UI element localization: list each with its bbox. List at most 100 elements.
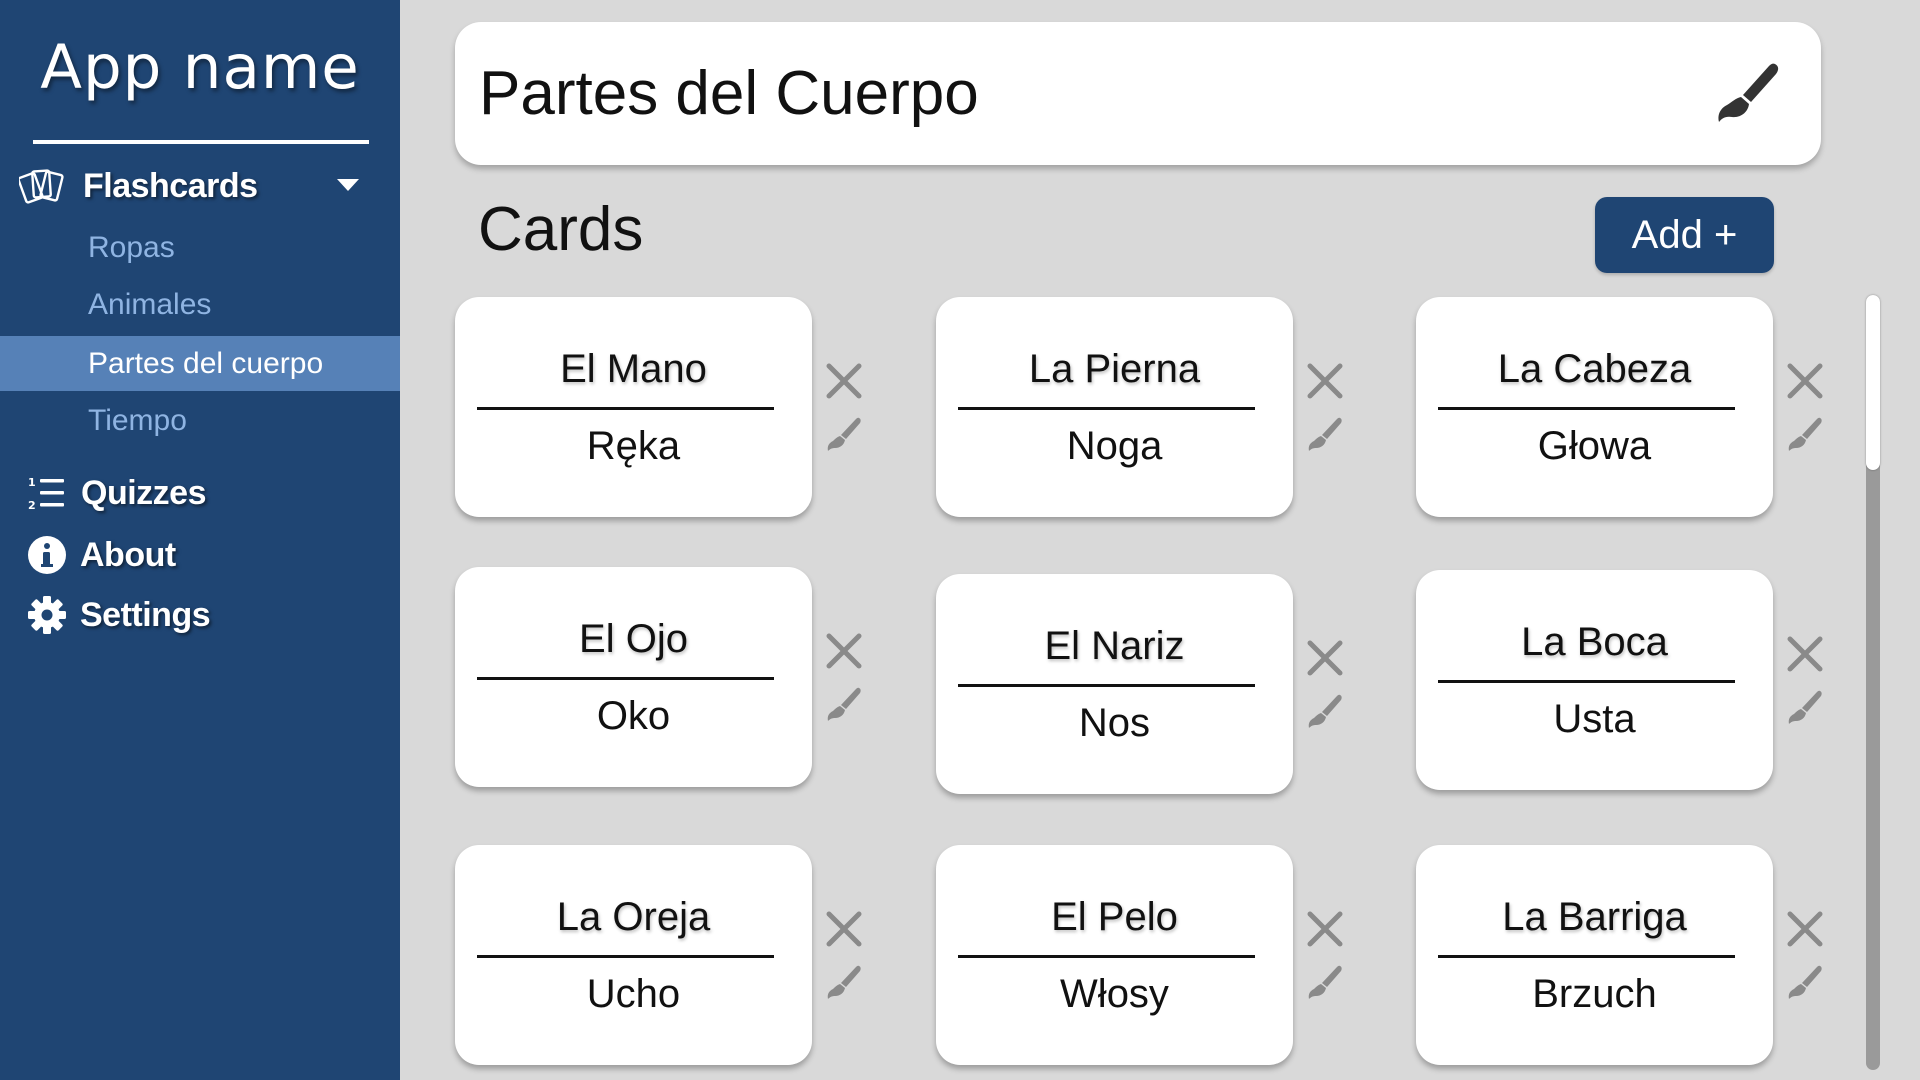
info-icon (24, 532, 70, 578)
app-root: App name Flashcards Ropas Animales Parte… (0, 0, 1920, 1080)
flashcard-front: La Cabeza (1497, 347, 1692, 391)
flashcard[interactable]: El Pelo Włosy (936, 845, 1293, 1065)
flashcard-divider (958, 407, 1255, 410)
flashcard[interactable]: La Pierna Noga (936, 297, 1293, 517)
sidebar: App name Flashcards Ropas Animales Parte… (0, 0, 400, 1080)
flashcard[interactable]: El Ojo Oko (455, 567, 812, 787)
flashcard[interactable]: La Cabeza Głowa (1416, 297, 1773, 517)
list-icon: 1 2 (24, 470, 70, 516)
close-icon (826, 363, 862, 399)
flashcard-back: Noga (1066, 424, 1163, 468)
flashcard-divider (477, 677, 774, 680)
nav-about[interactable]: About (0, 527, 400, 583)
delete-card-button[interactable] (822, 359, 866, 403)
close-icon (1787, 636, 1823, 672)
flashcard-front: La Boca (1521, 620, 1668, 664)
nav-flashcards-label: Flashcards (83, 166, 258, 205)
flashcard[interactable]: El Mano Ręka (455, 297, 812, 517)
nav-about-label: About (80, 535, 176, 574)
flashcard-back: Brzuch (1532, 972, 1657, 1016)
flashcard-divider (477, 955, 774, 958)
delete-card-button[interactable] (1783, 632, 1827, 676)
flashcard-front: La Barriga (1502, 895, 1687, 939)
flashcard-divider (1438, 407, 1735, 410)
paintbrush-icon (1788, 690, 1822, 724)
paintbrush-icon (827, 417, 861, 451)
paintbrush-icon (1308, 694, 1342, 728)
sidebar-item-ropas[interactable]: Ropas (0, 220, 400, 275)
edit-deck-button[interactable] (1713, 60, 1783, 130)
edit-card-button[interactable] (1783, 413, 1827, 457)
close-icon (826, 633, 862, 669)
edit-card-button[interactable] (822, 961, 866, 1005)
nav-flashcards[interactable]: Flashcards (0, 158, 400, 214)
sidebar-item-animales[interactable]: Animales (0, 277, 400, 332)
paintbrush-icon (1308, 965, 1342, 999)
cards-heading: Cards (478, 195, 644, 264)
flashcard[interactable]: La Boca Usta (1416, 570, 1773, 790)
flashcard-back: Nos (1078, 701, 1151, 745)
page-title: Partes del Cuerpo (479, 59, 979, 128)
edit-card-button[interactable] (1303, 961, 1347, 1005)
close-icon (1307, 911, 1343, 947)
app-name: App name (40, 32, 360, 103)
paintbrush-icon (1788, 417, 1822, 451)
sidebar-item-label: Animales (88, 287, 212, 321)
paintbrush-icon (827, 965, 861, 999)
delete-card-button[interactable] (1303, 359, 1347, 403)
sidebar-item-tiempo[interactable]: Tiempo (0, 393, 400, 448)
flashcard-front: La Pierna (1028, 347, 1201, 391)
close-icon (1787, 363, 1823, 399)
flashcard-back: Ręka (586, 424, 681, 468)
edit-card-button[interactable] (1783, 961, 1827, 1005)
paintbrush-icon (1788, 965, 1822, 999)
gear-icon (24, 592, 70, 638)
close-icon (1307, 640, 1343, 676)
edit-card-button[interactable] (1303, 413, 1347, 457)
app-name-divider (33, 140, 369, 144)
flashcard-divider (958, 955, 1255, 958)
paintbrush-icon (827, 687, 861, 721)
nav-settings-label: Settings (80, 595, 211, 634)
nav-quizzes-label: Quizzes (81, 473, 206, 512)
cards-icon (19, 163, 65, 209)
flashcard-back: Ucho (586, 972, 681, 1016)
nav-quizzes[interactable]: 1 2 Quizzes (0, 465, 400, 521)
edit-card-button[interactable] (1303, 690, 1347, 734)
flashcard[interactable]: La Oreja Ucho (455, 845, 812, 1065)
flashcard-front: La Oreja (556, 895, 711, 939)
flashcard-front: El Mano (560, 347, 707, 391)
flashcard-back: Usta (1553, 697, 1636, 741)
close-icon (826, 911, 862, 947)
scrollbar-thumb[interactable] (1866, 295, 1880, 470)
flashcard-divider (477, 407, 774, 410)
flashcard[interactable]: El Nariz Nos (936, 574, 1293, 794)
flashcard-front: El Nariz (1044, 624, 1185, 668)
delete-card-button[interactable] (822, 907, 866, 951)
close-icon (1307, 363, 1343, 399)
svg-text:2: 2 (28, 499, 36, 511)
chevron-down-icon[interactable] (336, 178, 360, 192)
sidebar-item-partes-del-cuerpo[interactable]: Partes del cuerpo (0, 336, 400, 391)
paintbrush-icon (1308, 417, 1342, 451)
flashcard-back: Oko (596, 694, 671, 738)
flashcard[interactable]: La Barriga Brzuch (1416, 845, 1773, 1065)
sidebar-item-label: Ropas (88, 230, 175, 264)
flashcard-front: El Pelo (1051, 895, 1178, 939)
delete-card-button[interactable] (1303, 907, 1347, 951)
flashcard-front: El Ojo (579, 617, 688, 661)
delete-card-button[interactable] (1783, 359, 1827, 403)
delete-card-button[interactable] (1303, 636, 1347, 680)
delete-card-button[interactable] (822, 629, 866, 673)
nav-settings[interactable]: Settings (0, 587, 400, 643)
edit-card-button[interactable] (822, 683, 866, 727)
edit-card-button[interactable] (822, 413, 866, 457)
delete-card-button[interactable] (1783, 907, 1827, 951)
flashcard-back: Głowa (1537, 424, 1652, 468)
add-card-button[interactable]: Add + (1595, 197, 1774, 273)
svg-text:1: 1 (28, 476, 36, 489)
close-icon (1787, 911, 1823, 947)
flashcard-back: Włosy (1060, 972, 1169, 1016)
edit-card-button[interactable] (1783, 686, 1827, 730)
flashcard-divider (1438, 955, 1735, 958)
